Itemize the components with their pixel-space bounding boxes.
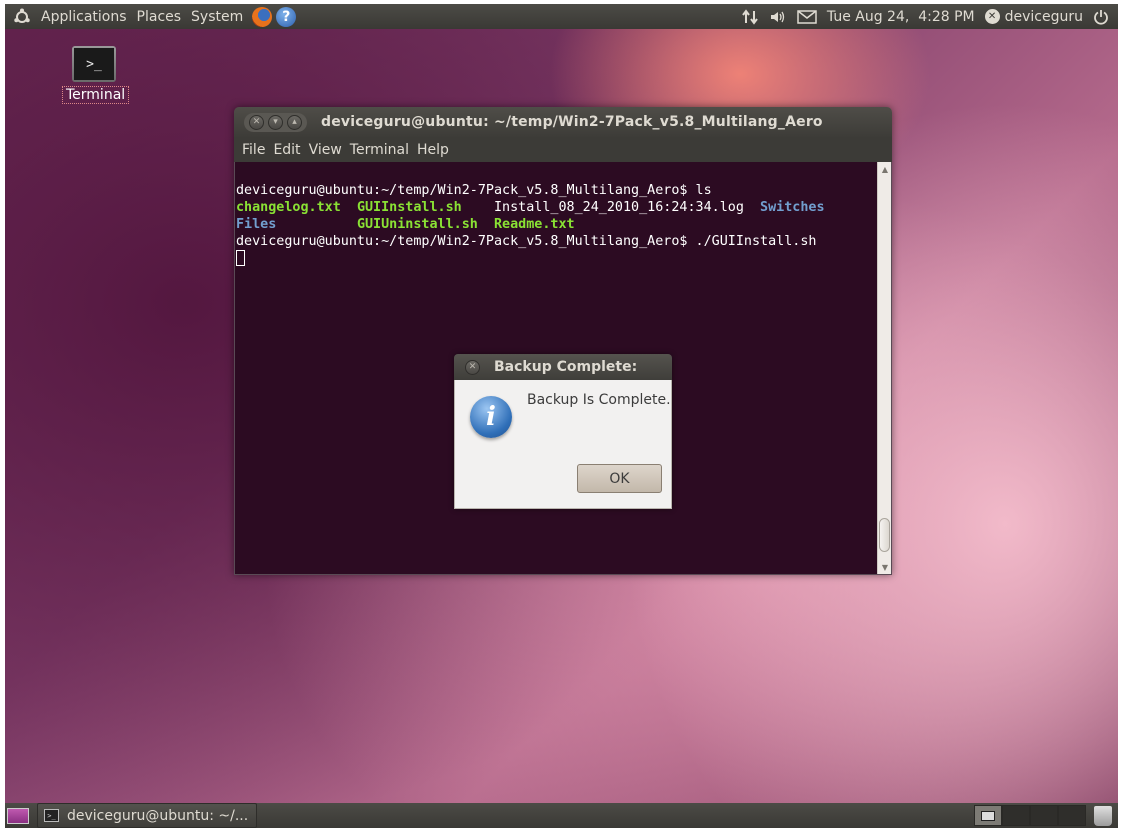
show-desktop-icon[interactable]	[7, 807, 29, 824]
places-menu[interactable]: Places	[132, 4, 187, 29]
maximize-icon[interactable]: ▴	[287, 114, 302, 130]
system-tray: Tue Aug 24, 4:28 PM ✕ deviceguru	[736, 4, 1118, 29]
workspace-switcher	[974, 805, 1086, 826]
menu-help[interactable]: Help	[413, 137, 453, 162]
terminal-line: deviceguru@ubuntu:~/temp/Win2-7Pack_v5.8…	[236, 234, 817, 249]
window-controls: ✕ ▾ ▴	[244, 112, 307, 132]
close-icon[interactable]: ✕	[249, 114, 264, 130]
volume-icon[interactable]	[764, 4, 792, 29]
file-entry: GUIUninstall.sh	[356, 217, 478, 232]
clock[interactable]: Tue Aug 24, 4:28 PM	[822, 4, 980, 29]
menu-view[interactable]: View	[305, 137, 346, 162]
terminal-text: deviceguru@ubuntu:~/temp/Win2-7Pack_v5.8…	[236, 165, 825, 267]
dialog-titlebar[interactable]: ✕ Backup Complete:	[454, 354, 672, 380]
bottom-panel: >_ deviceguru@ubuntu: ~/...	[5, 803, 1118, 828]
menu-terminal[interactable]: Terminal	[346, 137, 413, 162]
terminal-icon: >_	[72, 46, 116, 82]
dialog-title: Backup Complete:	[494, 359, 638, 375]
file-entry: GUIInstall.sh	[356, 200, 462, 215]
help-icon[interactable]: ?	[276, 6, 297, 27]
network-icon[interactable]	[736, 4, 764, 29]
mail-icon[interactable]	[792, 4, 822, 29]
applications-menu[interactable]: Applications	[36, 4, 132, 29]
scroll-down-icon[interactable]: ▼	[878, 560, 892, 574]
directory-entry: Files	[236, 217, 277, 232]
dialog-message: Backup Is Complete.	[527, 392, 671, 408]
menu-file[interactable]: File	[238, 137, 269, 162]
workspace-3[interactable]	[1030, 805, 1058, 826]
terminal-titlebar[interactable]: ✕ ▾ ▴ deviceguru@ubuntu: ~/temp/Win2-7Pa…	[234, 107, 892, 137]
desktop-screen: Applications Places System ? Tue Aug 24,…	[5, 4, 1118, 828]
firefox-icon[interactable]	[252, 6, 273, 27]
info-icon: i	[470, 396, 512, 438]
terminal-line: deviceguru@ubuntu:~/temp/Win2-7Pack_v5.8…	[236, 183, 712, 198]
user-menu[interactable]: ✕ deviceguru	[980, 4, 1088, 29]
workspace-1[interactable]	[974, 805, 1002, 826]
desktop-terminal-label: Terminal	[62, 86, 130, 104]
backup-complete-dialog: ✕ Backup Complete: i Backup Is Complete.…	[454, 354, 672, 509]
terminal-scrollbar[interactable]: ▲ ▼	[877, 162, 891, 574]
file-entry: changelog.txt	[236, 200, 341, 215]
taskbar-terminal-label: deviceguru@ubuntu: ~/...	[67, 807, 249, 824]
trash-icon[interactable]	[1094, 805, 1112, 826]
file-entry: Install_08_24_2010_16:24:34.log	[494, 200, 744, 215]
scroll-up-icon[interactable]: ▲	[878, 162, 892, 176]
workspace-4[interactable]	[1058, 805, 1086, 826]
user-name: deviceguru	[1004, 8, 1083, 25]
dialog-body: i Backup Is Complete. OK	[454, 380, 672, 509]
top-panel: Applications Places System ? Tue Aug 24,…	[5, 4, 1118, 29]
terminal-cursor	[236, 250, 245, 266]
ok-button[interactable]: OK	[577, 464, 662, 493]
scrollbar-thumb[interactable]	[879, 518, 890, 552]
dialog-close-icon[interactable]: ✕	[465, 359, 480, 375]
desktop-terminal-launcher[interactable]: >_ Terminal	[62, 46, 130, 104]
terminal-title: deviceguru@ubuntu: ~/temp/Win2-7Pack_v5.…	[321, 114, 823, 130]
terminal-icon: >_	[44, 809, 59, 822]
minimize-icon[interactable]: ▾	[268, 114, 283, 130]
system-menu[interactable]: System	[186, 4, 248, 29]
taskbar-terminal-button[interactable]: >_ deviceguru@ubuntu: ~/...	[37, 803, 258, 828]
directory-entry: Switches	[760, 200, 825, 215]
workspace-2[interactable]	[1002, 805, 1030, 826]
power-icon[interactable]	[1088, 4, 1114, 29]
user-icon: ✕	[984, 9, 1000, 24]
menu-edit[interactable]: Edit	[269, 137, 304, 162]
ubuntu-logo-icon[interactable]	[13, 8, 31, 26]
terminal-menubar: File Edit View Terminal Help	[234, 137, 892, 162]
file-entry: Readme.txt	[494, 217, 575, 232]
